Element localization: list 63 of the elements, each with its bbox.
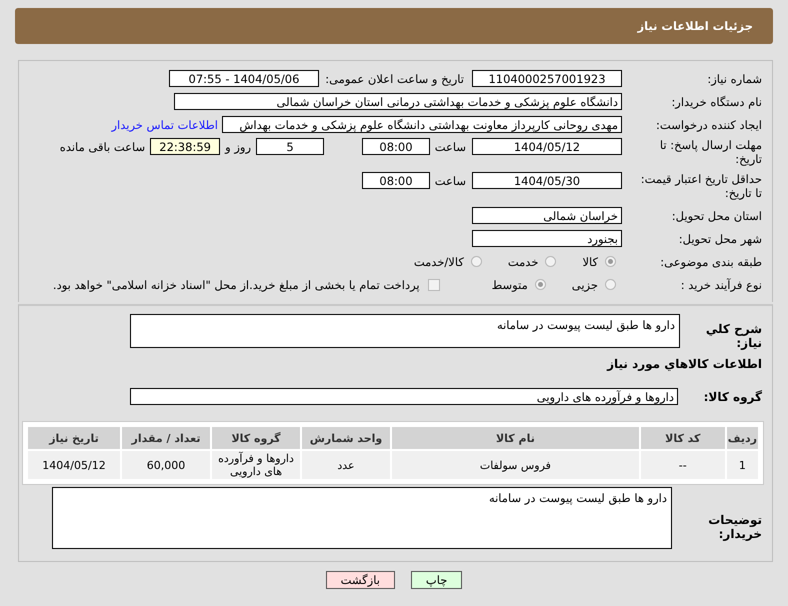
table-cell: 1404/05/12	[28, 451, 120, 479]
option-label: کالا	[582, 254, 598, 268]
field-label: نوع فرآیند خرید :	[680, 278, 763, 292]
time-field: 08:00	[362, 138, 430, 155]
radio-button[interactable]	[545, 256, 556, 267]
field-label: ایجاد کننده درخواست:	[655, 118, 763, 132]
column-header: تعداد / مقدار	[122, 427, 210, 449]
field-label: استان محل تحویل:	[670, 208, 763, 222]
header-title: جزئیات اطلاعات نیاز	[637, 19, 753, 33]
goods-group-field: داروها و فرآورده های دارویی	[130, 388, 678, 405]
date-field: 1404/05/12	[472, 138, 622, 155]
table-cell: 1	[726, 451, 758, 479]
province-field: خراسان شمالی	[472, 207, 622, 224]
checkbox[interactable]	[428, 278, 440, 290]
table-cell: 60,000	[122, 451, 210, 479]
field-label: مهلت ارسال پاسخ: تا تاریخ:	[658, 138, 763, 166]
remaining-time-field: 22:38:59	[150, 138, 220, 155]
print-button[interactable]: چاپ	[410, 571, 462, 589]
buyer-notes-textarea[interactable]: دارو ها طبق لیست پیوست در سامانه	[52, 487, 672, 549]
announce-date-field: 1404/05/06 - 07:55	[169, 70, 319, 87]
column-header: تاریخ نیاز	[28, 427, 120, 449]
buyer-contact-link[interactable]: اطلاعات تماس خریدار	[111, 118, 218, 132]
time-label: ساعت	[434, 174, 466, 188]
need-number-field: 1104000257001923	[472, 70, 622, 87]
option-label: متوسط	[492, 278, 528, 292]
column-header: ردیف	[726, 427, 758, 449]
date-field: 1404/05/30	[472, 172, 622, 189]
time-field: 08:00	[362, 172, 430, 189]
column-header: نام کالا	[392, 427, 639, 449]
column-header: کد کالا	[640, 427, 725, 449]
option-label: جزیی	[572, 278, 598, 292]
radio-button[interactable]	[605, 279, 616, 290]
field-label: حداقل تاریخ اعتبار قیمت: تا تاریخ:	[640, 172, 763, 200]
buyer-org-field: دانشگاه علوم پزشکی و خدمات بهداشتی درمانی استان خراسان شمالی	[174, 93, 622, 110]
time-label: ساعت	[434, 140, 466, 154]
days-field: 5	[256, 138, 324, 155]
radio-button[interactable]	[470, 256, 482, 267]
remaining-label: ساعت باقی مانده	[60, 140, 146, 154]
field-label: شماره نیاز:	[706, 72, 763, 86]
field-label: نام دستگاه خریدار:	[670, 94, 763, 108]
table-cell: فروس سولفات	[392, 451, 639, 479]
summary-textarea[interactable]: دارو ها طبق لیست پیوست در سامانه	[130, 314, 680, 348]
field-label: گروه کالا:	[702, 390, 763, 404]
option-label: کالا/خدمت	[414, 254, 464, 268]
option-label: خدمت	[508, 254, 538, 268]
city-field: بجنورد	[472, 230, 622, 247]
back-button[interactable]: بازگشت	[326, 571, 395, 589]
field-label: طبقه بندی موضوعی:	[659, 254, 763, 268]
section-title: اطلاعات کالاهاي مورد نیاز	[606, 357, 763, 371]
table-cell: --	[640, 451, 725, 479]
creator-field: مهدی روحانی کارپرداز معاونت بهداشتی دانشگاه علوم پزشکی و خدمات بهداش	[222, 116, 622, 133]
field-label: شهر محل تحویل:	[678, 232, 763, 246]
radio-button[interactable]	[534, 279, 546, 290]
column-header: واحد شمارش	[302, 427, 390, 449]
field-label: تاریخ و ساعت اعلان عمومی:	[329, 72, 464, 86]
field-label: توضیحات خریدار:	[707, 513, 763, 541]
table-cell: داروها و فرآورده های دارویی	[212, 451, 300, 479]
checkbox-label: پرداخت تمام یا بخشی از مبلغ خرید.از محل "اسناد خزانه اسلامی" خواهد بود.	[52, 278, 420, 292]
table-cell: عدد	[302, 451, 390, 479]
days-label: روز و	[225, 140, 251, 154]
field-label: شرح کلي نیاز:	[704, 322, 763, 350]
column-header: گروه کالا	[212, 427, 300, 449]
radio-button[interactable]	[605, 256, 616, 267]
